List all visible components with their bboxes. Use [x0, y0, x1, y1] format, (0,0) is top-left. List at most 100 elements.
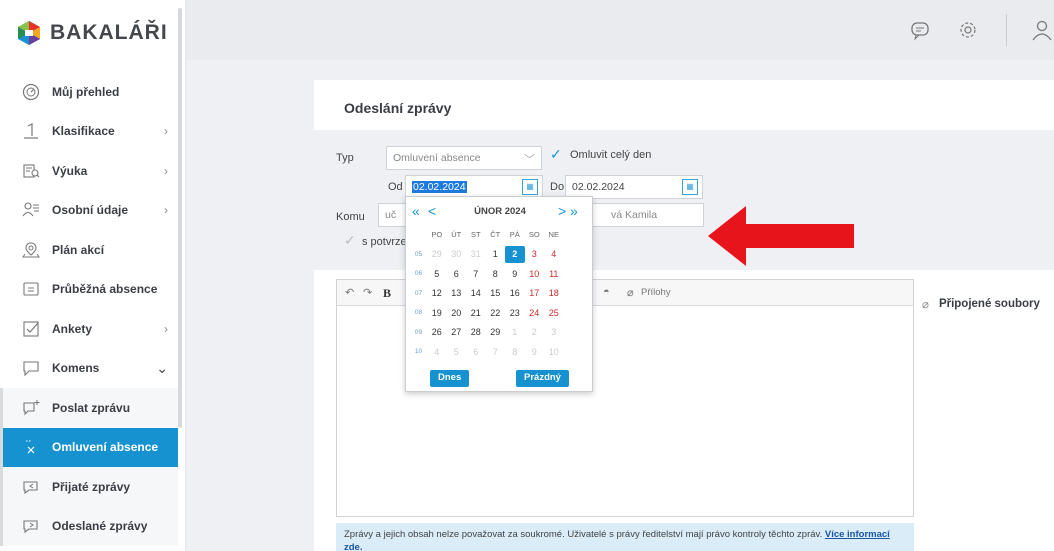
recipient-name: vá Kamila [611, 209, 658, 221]
confirm-checkbox[interactable]: ✓ [344, 232, 356, 249]
more-info-link-here[interactable]: zde. [344, 542, 362, 551]
calendar-day[interactable]: 3 [544, 327, 564, 337]
sidebar-item-odeslane-zpravy[interactable]: Odeslané zprávy [0, 506, 178, 546]
sidebar-item-klasifikace[interactable]: Klasifikace › [0, 112, 178, 152]
next-month-button[interactable]: > [558, 203, 566, 219]
calendar-day[interactable]: 27 [447, 327, 467, 337]
sidebar-item-label: Přijaté zprávy [52, 479, 131, 494]
image-icon[interactable]: ◓ [603, 286, 610, 298]
calendar-day[interactable]: 29 [427, 249, 447, 259]
sidebar-item-prubezna-absence[interactable]: Průběžná absence [0, 270, 178, 310]
sidebar-item-label: Osobní údaje [52, 203, 129, 218]
recipient-prefix: uč [385, 209, 397, 221]
gear-icon[interactable] [956, 18, 980, 42]
sidebar-item-omluveni-absence[interactable]: Omluvení absence [0, 427, 178, 467]
topbar-divider [1006, 14, 1007, 46]
sidebar-item-poslat-zpravu[interactable]: Poslat zprávu [0, 388, 178, 428]
next-year-button[interactable]: » [570, 203, 578, 219]
chevron-right-icon: › [164, 321, 168, 336]
sidebar-item-prijate-zpravy[interactable]: Přijaté zprávy [0, 467, 178, 507]
chevron-right-icon: › [164, 124, 168, 139]
calendar-day[interactable]: 29 [486, 327, 506, 337]
calendar-day[interactable]: 25 [544, 308, 564, 318]
calendar-day[interactable]: 5 [447, 347, 467, 357]
calendar-day[interactable]: 4 [427, 347, 447, 357]
sidebar-item-vyuka[interactable]: Výuka › [0, 151, 178, 191]
calendar-day[interactable]: 14 [466, 288, 486, 298]
attached-files-label: Připojené soubory [938, 298, 1040, 310]
calendar-day[interactable]: 10 [525, 269, 545, 279]
week-number: 06 [414, 270, 423, 278]
user-icon[interactable] [1030, 18, 1054, 42]
message-icon[interactable] [908, 18, 932, 42]
today-button[interactable]: Dnes [430, 370, 470, 387]
calendar-day[interactable]: 17 [525, 288, 545, 298]
sidebar-item-muj-prehled[interactable]: Můj přehled [0, 72, 178, 112]
full-day-checkbox[interactable]: ✓ [550, 146, 562, 163]
sidebar-scrollbar[interactable] [178, 8, 182, 428]
attached-files[interactable]: ⌀ Připojené soubory [922, 297, 1040, 311]
calendar-icon[interactable]: ▦ [522, 179, 538, 195]
calendar-day[interactable]: 3 [525, 249, 545, 259]
attachments-button[interactable]: Přílohy [641, 287, 671, 298]
calendar-day[interactable]: 12 [427, 288, 447, 298]
calendar-day[interactable]: 31 [466, 249, 486, 259]
calendar-day[interactable]: 18 [544, 288, 564, 298]
sidebar-item-plan-akci[interactable]: Plán akcí [0, 230, 178, 270]
calendar-day[interactable]: 1 [505, 327, 525, 337]
calendar-day[interactable]: 7 [466, 269, 486, 279]
more-info-link[interactable]: Více informací [825, 529, 890, 540]
calendar-day[interactable]: 30 [447, 249, 467, 259]
paperclip-icon[interactable]: ⌀ [627, 286, 634, 299]
calendar-day[interactable]: 24 [525, 308, 545, 318]
calendar-day[interactable]: 19 [427, 308, 447, 318]
calendar-day[interactable]: 23 [505, 308, 525, 318]
calendar-day[interactable]: 16 [505, 288, 525, 298]
book-search-icon [20, 160, 42, 182]
calendar-day[interactable]: 26 [427, 327, 447, 337]
sidebar-item-label: Průběžná absence [52, 282, 158, 297]
brand-logo[interactable]: BAKALÁŘI [16, 20, 168, 46]
calendar-day[interactable]: 13 [447, 288, 467, 298]
bold-button[interactable]: B [383, 286, 391, 301]
calendar-day[interactable]: 7 [486, 347, 506, 357]
absence-card-icon [20, 278, 42, 300]
undo-icon[interactable]: ↶ [345, 286, 354, 299]
sidebar-item-komens[interactable]: Komens ⌄ [0, 349, 178, 389]
map-pin-icon [20, 239, 42, 261]
calendar-day[interactable]: 8 [505, 347, 525, 357]
calendar-day[interactable]: 28 [466, 327, 486, 337]
sidebar-item-osobni-udaje[interactable]: Osobní údaje › [0, 191, 178, 231]
week-row: 05 29 30 31 1 2 3 4 [410, 245, 586, 265]
calendar-day[interactable]: 6 [447, 269, 467, 279]
calendar-day[interactable]: 11 [544, 269, 564, 279]
typ-label: Typ [336, 152, 354, 164]
calendar-day[interactable]: 1 [486, 249, 506, 259]
do-label: Do [550, 181, 565, 193]
weekday-label: NE [548, 230, 559, 240]
calendar-day[interactable]: 15 [486, 288, 506, 298]
person-list-icon [20, 199, 42, 221]
calendar-day[interactable]: 9 [525, 347, 545, 357]
date-to-value: 02.02.2024 [572, 181, 625, 193]
calendar-day[interactable]: 21 [466, 308, 486, 318]
calendar-day[interactable]: 8 [486, 269, 506, 279]
sidebar-nav: Můj přehled Klasifikace › Výuka › Osobní… [0, 72, 178, 546]
calendar-day[interactable]: 2 [525, 327, 545, 337]
calendar-day[interactable]: 5 [427, 269, 447, 279]
calendar-day[interactable]: 10 [544, 347, 564, 357]
clear-button[interactable]: Prázdný [516, 370, 569, 387]
typ-select[interactable]: Omluvení absence ﹀ [386, 146, 542, 170]
chat-bubble-icon [20, 357, 42, 379]
weekday-label: PO [431, 230, 443, 240]
calendar-day[interactable]: 6 [466, 347, 486, 357]
sidebar-item-ankety[interactable]: Ankety › [0, 309, 178, 349]
calendar-icon[interactable]: ▦ [682, 179, 698, 195]
calendar-day[interactable]: 2 [505, 245, 525, 263]
calendar-day[interactable]: 4 [544, 249, 564, 259]
calendar-day[interactable]: 22 [486, 308, 506, 318]
calendar-day[interactable]: 9 [505, 269, 525, 279]
redo-icon[interactable]: ↷ [363, 286, 372, 299]
calendar-day[interactable]: 20 [447, 308, 467, 318]
grade-one-icon [20, 120, 42, 142]
